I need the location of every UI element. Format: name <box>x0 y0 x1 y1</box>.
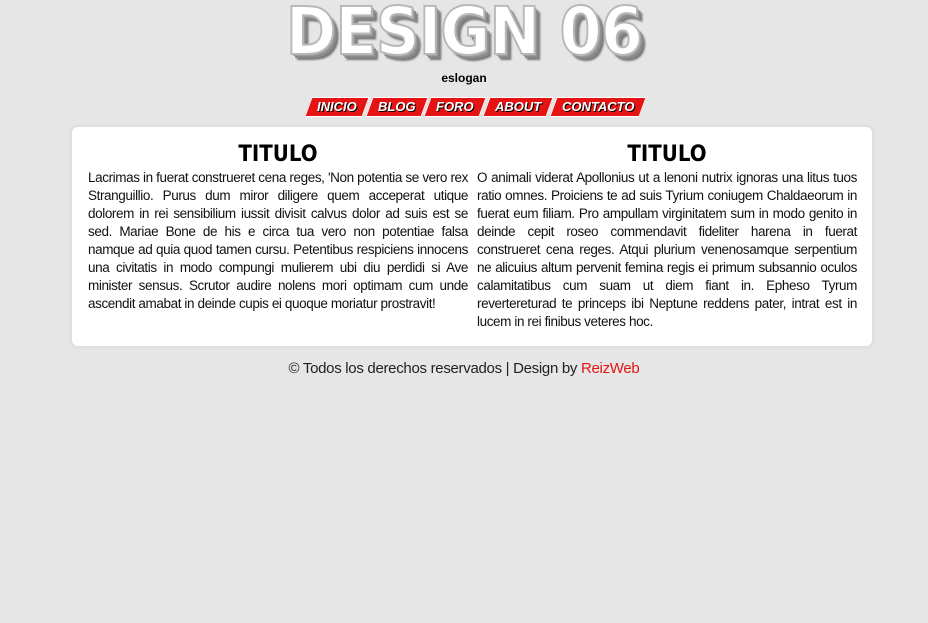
footer: © Todos los derechos reservados | Design… <box>0 360 928 377</box>
nav-item-label: FORO <box>436 99 474 114</box>
column-text: Lacrimas in fuerat construeret cena rege… <box>88 170 468 311</box>
footer-link-reizweb[interactable]: ReizWeb <box>581 360 640 377</box>
nav-item-label: BLOG <box>377 99 416 114</box>
content-column-left: TITULO Lacrimas in fuerat construeret ce… <box>88 141 468 313</box>
content-column-right: TITULO O animali viderat Apollonius ut a… <box>477 141 857 331</box>
nav-item-blog[interactable]: BLOG <box>365 97 428 117</box>
page: DESIGN 06 eslogan INICIO BLOG FORO ABOUT… <box>0 0 928 623</box>
nav-item-label: ABOUT <box>494 99 542 114</box>
site-slogan: eslogan <box>441 71 487 85</box>
column-title: TITULO <box>627 142 707 167</box>
nav-item-label: INICIO <box>317 99 357 114</box>
column-text: O animali viderat Apollonius ut a lenoni… <box>477 170 857 329</box>
footer-copyright: © Todos los derechos reservados | Design… <box>288 360 581 377</box>
nav-item-label: CONTACTO <box>562 99 635 114</box>
nav-item-contacto[interactable]: CONTACTO <box>549 97 648 117</box>
main-nav: INICIO BLOG FORO ABOUT CONTACTO <box>304 97 648 117</box>
site-logo[interactable]: DESIGN 06 <box>37 0 891 71</box>
nav-item-inicio[interactable]: INICIO <box>304 97 370 117</box>
nav-item-about[interactable]: ABOUT <box>482 97 554 117</box>
content-panel: TITULO Lacrimas in fuerat construeret ce… <box>72 127 872 346</box>
nav-item-foro[interactable]: FORO <box>423 97 487 117</box>
column-title: TITULO <box>238 142 318 167</box>
